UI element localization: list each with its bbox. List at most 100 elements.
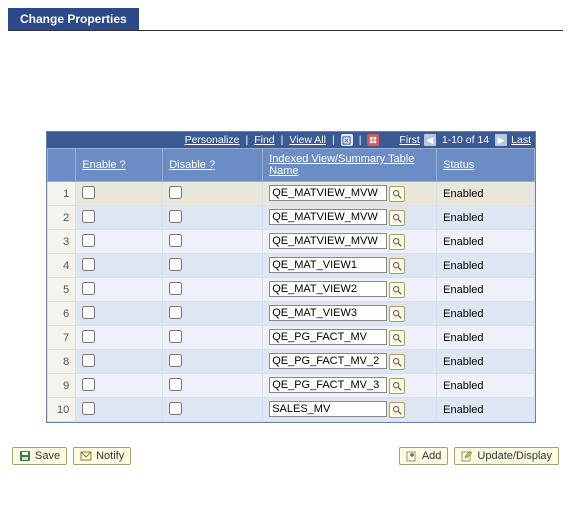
name-cell [263, 230, 437, 254]
table-name-input[interactable] [269, 209, 387, 225]
row-number: 5 [48, 278, 76, 302]
disable-cell [163, 374, 263, 398]
row-number: 2 [48, 206, 76, 230]
update-display-icon [461, 450, 473, 462]
enable-cell [76, 398, 163, 422]
name-cell [263, 398, 437, 422]
col-header-enable[interactable]: Enable ? [76, 149, 163, 182]
lookup-icon[interactable] [389, 354, 405, 370]
add-button[interactable]: Add [399, 447, 449, 465]
status-cell: Enabled [437, 206, 535, 230]
lookup-icon[interactable] [389, 234, 405, 250]
table-name-input[interactable] [269, 233, 387, 249]
disable-checkbox[interactable] [169, 234, 182, 247]
save-button-label: Save [35, 450, 60, 462]
disable-checkbox[interactable] [169, 282, 182, 295]
disable-cell [163, 278, 263, 302]
table-row: 6Enabled [48, 302, 535, 326]
view-all-link[interactable]: View All [289, 134, 326, 146]
enable-checkbox[interactable] [82, 210, 95, 223]
enable-checkbox[interactable] [82, 402, 95, 415]
name-cell [263, 254, 437, 278]
disable-checkbox[interactable] [169, 210, 182, 223]
lookup-icon[interactable] [389, 330, 405, 346]
enable-checkbox[interactable] [82, 354, 95, 367]
enable-checkbox[interactable] [82, 282, 95, 295]
enable-checkbox[interactable] [82, 378, 95, 391]
name-cell [263, 182, 437, 206]
status-cell: Enabled [437, 398, 535, 422]
lookup-icon[interactable] [389, 258, 405, 274]
disable-checkbox[interactable] [169, 378, 182, 391]
table-row: 10Enabled [48, 398, 535, 422]
download-icon[interactable] [367, 134, 379, 146]
table-name-input[interactable] [269, 377, 387, 393]
row-range: 1-10 of 14 [440, 134, 491, 146]
table-name-input[interactable] [269, 305, 387, 321]
notify-button[interactable]: Notify [73, 447, 131, 465]
enable-checkbox[interactable] [82, 330, 95, 343]
status-cell: Enabled [437, 278, 535, 302]
enable-cell [76, 206, 163, 230]
status-cell: Enabled [437, 374, 535, 398]
lookup-icon[interactable] [389, 186, 405, 202]
disable-cell [163, 254, 263, 278]
grid-container: Personalize | Find | View All | | First … [46, 131, 536, 423]
title-divider [8, 30, 563, 31]
disable-checkbox[interactable] [169, 354, 182, 367]
find-link[interactable]: Find [254, 134, 274, 146]
table-name-input[interactable] [269, 353, 387, 369]
data-grid: Enable ? Disable ? Indexed View/Summary … [47, 148, 535, 422]
first-link[interactable]: First [399, 134, 419, 146]
table-name-input[interactable] [269, 281, 387, 297]
enable-cell [76, 374, 163, 398]
disable-cell [163, 230, 263, 254]
table-row: 8Enabled [48, 350, 535, 374]
lookup-icon[interactable] [389, 306, 405, 322]
status-cell: Enabled [437, 182, 535, 206]
disable-checkbox[interactable] [169, 306, 182, 319]
disable-checkbox[interactable] [169, 258, 182, 271]
disable-checkbox[interactable] [169, 186, 182, 199]
table-name-input[interactable] [269, 257, 387, 273]
lookup-icon[interactable] [389, 378, 405, 394]
enable-checkbox[interactable] [82, 258, 95, 271]
table-name-input[interactable] [269, 401, 387, 417]
disable-checkbox[interactable] [169, 402, 182, 415]
last-link[interactable]: Last [511, 134, 531, 146]
notify-button-label: Notify [96, 450, 124, 462]
personalize-link[interactable]: Personalize [185, 134, 240, 146]
add-icon [406, 450, 418, 462]
update-display-button[interactable]: Update/Display [454, 447, 559, 465]
lookup-icon[interactable] [389, 402, 405, 418]
add-button-label: Add [422, 450, 442, 462]
enable-cell [76, 254, 163, 278]
col-header-name[interactable]: Indexed View/Summary Table Name [263, 149, 437, 182]
table-row: 4Enabled [48, 254, 535, 278]
status-cell: Enabled [437, 302, 535, 326]
col-header-status[interactable]: Status [437, 149, 535, 182]
table-name-input[interactable] [269, 329, 387, 345]
separator: | [243, 134, 250, 146]
enable-checkbox[interactable] [82, 306, 95, 319]
disable-cell [163, 398, 263, 422]
next-page-button[interactable]: ▶ [495, 134, 507, 146]
notify-icon [80, 450, 92, 462]
disable-cell [163, 182, 263, 206]
disable-cell [163, 326, 263, 350]
lookup-icon[interactable] [389, 210, 405, 226]
table-name-input[interactable] [269, 185, 387, 201]
zoom-icon[interactable] [341, 134, 353, 146]
enable-checkbox[interactable] [82, 234, 95, 247]
disable-checkbox[interactable] [169, 330, 182, 343]
enable-checkbox[interactable] [82, 186, 95, 199]
disable-cell [163, 206, 263, 230]
name-cell [263, 302, 437, 326]
prev-page-button[interactable]: ◀ [424, 134, 436, 146]
lookup-icon[interactable] [389, 282, 405, 298]
name-cell [263, 206, 437, 230]
row-number: 1 [48, 182, 76, 206]
enable-cell [76, 302, 163, 326]
col-header-disable[interactable]: Disable ? [163, 149, 263, 182]
save-button[interactable]: Save [12, 447, 67, 465]
